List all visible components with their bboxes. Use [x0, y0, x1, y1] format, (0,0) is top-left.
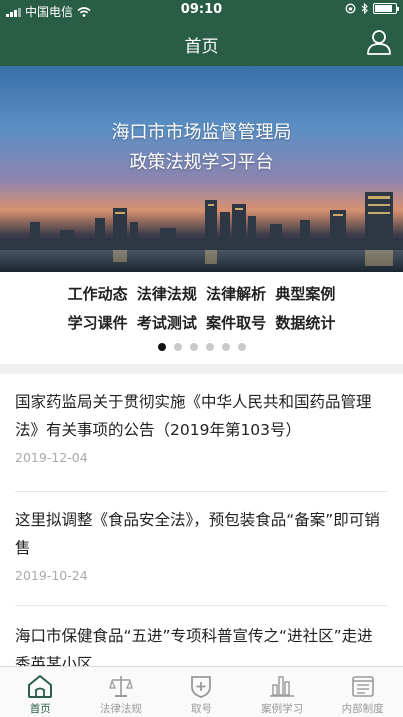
tab-label: 法律法规 — [99, 703, 142, 715]
bluetooth-icon — [361, 3, 368, 14]
page-dot[interactable] — [157, 343, 166, 351]
banner-line1: 海口市市场监督管理局 — [111, 122, 292, 143]
user-icon[interactable] — [365, 28, 393, 56]
tab-internal-rules[interactable]: 内部制度 — [322, 667, 403, 717]
page-dot[interactable] — [205, 343, 214, 351]
tab-bar: 首页 法律法规 取号 案例学习 内部制度 — [0, 666, 403, 717]
menu-item-law-analysis[interactable]: 法律解析 — [206, 285, 266, 303]
tab-take-number[interactable]: 取号 — [161, 667, 242, 717]
banner-line2: 政策法规学习平台 — [129, 152, 274, 173]
news-title: 海口市保健食品“五进”专项科普宣传之“进社区”走进秀英某小区 — [15, 627, 373, 666]
orientation-lock-icon — [345, 3, 356, 14]
tab-laws[interactable]: 法律法规 — [81, 667, 162, 717]
section-divider — [0, 364, 403, 374]
news-date: 2019-10-24 — [15, 568, 88, 583]
banner-carousel[interactable]: 海口市市场监督管理局 政策法规学习平台 — [0, 66, 403, 272]
shield-plus-icon — [191, 676, 212, 698]
tab-label: 取号 — [190, 703, 212, 715]
news-title: 这里拟调整《食品安全法》，预包装食品“备案”即可销售 — [15, 511, 380, 557]
menu-item-laws[interactable]: 法律法规 — [137, 285, 197, 303]
page-dot[interactable] — [189, 343, 198, 351]
menu-row-1: 工作动态 法律法规 法律解析 典型案例 — [0, 283, 403, 304]
tab-label: 首页 — [29, 703, 51, 715]
home-icon — [28, 675, 53, 698]
news-title: 国家药监局关于贯彻实施《中华人民共和国药品管理法》有关事项的公告（2019年第1… — [15, 393, 372, 439]
menu-item-statistics[interactable]: 数据统计 — [275, 314, 335, 332]
page-dot[interactable] — [221, 343, 230, 351]
menu-item-exams[interactable]: 考试测试 — [137, 314, 197, 332]
nav-bar: 首页 — [0, 20, 403, 66]
tab-label: 内部制度 — [341, 703, 384, 715]
status-right — [345, 3, 399, 14]
page-indicator[interactable] — [0, 343, 403, 351]
bar-chart-icon — [270, 676, 295, 697]
status-time: 09:10 — [180, 2, 223, 17]
banner-headline: 海口市市场监督管理局 政策法规学习平台 — [0, 118, 403, 178]
tab-label: 案例学习 — [261, 703, 304, 715]
tab-home[interactable]: 首页 — [0, 667, 81, 717]
page-dot[interactable] — [237, 343, 246, 351]
menu-item-courseware[interactable]: 学习课件 — [68, 314, 128, 332]
news-list: 国家药监局关于贯彻实施《中华人民共和国药品管理法》有关事项的公告（2019年第1… — [0, 374, 403, 666]
menu-row-2: 学习课件 考试测试 案件取号 数据统计 — [0, 312, 403, 333]
page-dot[interactable] — [173, 343, 182, 351]
battery-icon — [373, 3, 399, 14]
menu-item-case-number[interactable]: 案件取号 — [206, 314, 266, 332]
category-menu: 工作动态 法律法规 法律解析 典型案例 学习课件 考试测试 案件取号 数据统计 — [0, 272, 403, 364]
list-item[interactable]: 这里拟调整《食品安全法》，预包装食品“备案”即可销售 2019-10-24 — [15, 506, 387, 606]
city-skyline-image — [0, 192, 403, 272]
list-item[interactable]: 海口市保健食品“五进”专项科普宣传之“进社区”走进秀英某小区 — [15, 622, 387, 666]
status-bar: 中国电信 09:10 — [0, 0, 403, 20]
tab-case-study[interactable]: 案例学习 — [242, 667, 323, 717]
scales-icon — [109, 676, 133, 697]
menu-item-typical-cases[interactable]: 典型案例 — [275, 285, 335, 303]
news-date: 2019-12-04 — [15, 450, 88, 465]
list-item[interactable]: 国家药监局关于贯彻实施《中华人民共和国药品管理法》有关事项的公告（2019年第1… — [15, 388, 387, 492]
page-title: 首页 — [184, 37, 219, 57]
menu-item-work-news[interactable]: 工作动态 — [68, 285, 128, 303]
document-icon — [351, 676, 374, 697]
